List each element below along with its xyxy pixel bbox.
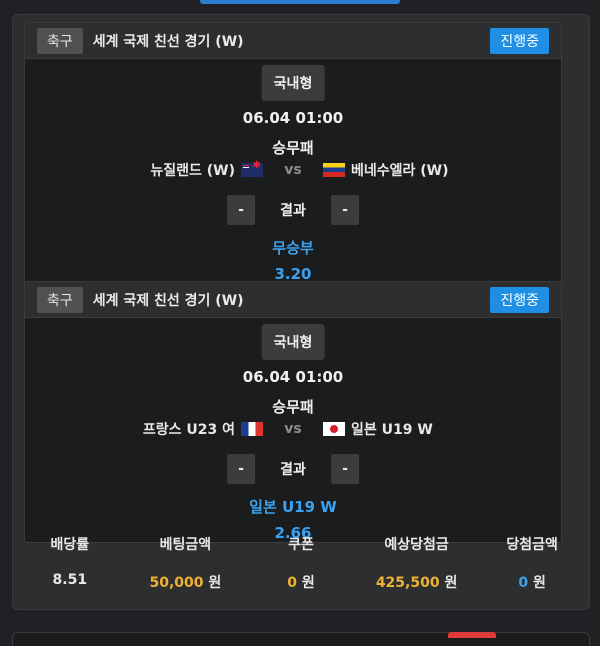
result-label: 결과: [280, 462, 306, 478]
coupon-amount: 0 원: [243, 572, 359, 592]
pick-label: 일본 U19 W: [249, 498, 337, 516]
win-amount-value: 0: [518, 575, 529, 591]
bet-amount-label: 베팅금액: [159, 537, 212, 553]
bet-amount: 50,000 원: [128, 572, 244, 592]
expected-win-unit: 원: [444, 575, 458, 591]
away-score: -: [331, 195, 359, 225]
win-amount: 0 원: [474, 572, 590, 592]
status-badge: 진행중: [490, 286, 549, 313]
coupon-unit: 원: [301, 575, 315, 591]
teams-row: 뉴질랜드 (W) vs 베네수엘라 (W): [25, 157, 561, 183]
sport-badge: 축구: [37, 27, 83, 54]
expected-win-label: 예상당첨금: [384, 537, 449, 553]
away-team-name: 베네수엘라 (W): [351, 163, 449, 179]
win-amount-label: 당첨금액: [506, 537, 558, 553]
league-name: 세계 국제 친선 경기 (W): [92, 33, 244, 50]
vs-label: vs: [284, 421, 302, 437]
market-label: 승무패: [272, 139, 314, 157]
home-score: -: [227, 195, 255, 225]
match-card: 축구 세계 국제 친선 경기 (W) 진행중 국내형 06.04 01:00 승…: [24, 22, 562, 284]
coupon-value: 0: [287, 575, 297, 591]
match-header: 축구 세계 국제 친선 경기 (W) 진행중: [25, 282, 561, 318]
bet-type-label: 국내형: [261, 324, 325, 360]
result-label: 결과: [280, 203, 306, 219]
top-tab-indicator: [200, 0, 400, 4]
match-body: 국내형 06.04 01:00 승무패 프랑스 U23 여 vs 일본 U19 …: [25, 318, 561, 542]
pick-label: 무승부: [272, 239, 314, 257]
coupon-label: 쿠폰: [288, 537, 314, 553]
next-card-indicator: [448, 632, 496, 638]
away-score: -: [331, 454, 359, 484]
match-card: 축구 세계 국제 친선 경기 (W) 진행중 국내형 06.04 01:00 승…: [24, 281, 562, 543]
teams-row: 프랑스 U23 여 vs 일본 U19 W: [25, 416, 561, 442]
venezuela-flag-icon: [323, 163, 345, 177]
match-datetime: 06.04 01:00: [242, 368, 344, 386]
summary-bet-amount: 베팅금액 50,000 원: [128, 534, 244, 592]
match-header: 축구 세계 국제 친선 경기 (W) 진행중: [25, 23, 561, 59]
bet-amount-value: 50,000: [149, 575, 204, 591]
bet-type-label: 국내형: [261, 65, 325, 101]
match-body: 국내형 06.04 01:00 승무패 뉴질랜드 (W) vs 베네수엘라 (W…: [25, 59, 561, 283]
new-zealand-flag-icon: [241, 160, 263, 177]
summary-odds: 배당률 8.51: [12, 534, 128, 592]
bet-amount-unit: 원: [208, 575, 222, 591]
summary-expected-win: 예상당첨금 425,500 원: [359, 534, 475, 592]
next-bet-card: [12, 632, 590, 646]
result-row: - 결과 -: [25, 454, 561, 484]
expected-win-amount: 425,500 원: [359, 572, 475, 592]
bet-summary: 배당률 8.51 베팅금액 50,000 원 쿠폰 0 원 예상당첨금 425,…: [12, 534, 590, 592]
france-flag-icon: [241, 422, 263, 436]
win-amount-unit: 원: [533, 575, 546, 591]
market-label: 승무패: [272, 398, 314, 416]
home-team-name: 프랑스 U23 여: [142, 422, 235, 438]
summary-coupon: 쿠폰 0 원: [243, 534, 359, 592]
sport-badge: 축구: [37, 286, 83, 313]
away-team: 일본 U19 W: [323, 419, 543, 439]
status-badge: 진행중: [490, 27, 549, 54]
home-team: 프랑스 U23 여: [43, 419, 263, 439]
home-score: -: [227, 454, 255, 484]
result-row: - 결과 -: [25, 195, 561, 225]
league-name: 세계 국제 친선 경기 (W): [92, 292, 244, 309]
away-team: 베네수엘라 (W): [323, 160, 543, 180]
expected-win-value: 425,500: [375, 575, 440, 591]
away-team-name: 일본 U19 W: [351, 422, 433, 438]
japan-flag-icon: [323, 422, 345, 436]
home-team-name: 뉴질랜드 (W): [150, 163, 235, 179]
summary-win-amount: 당첨금액 0 원: [474, 534, 590, 592]
match-datetime: 06.04 01:00: [242, 109, 344, 127]
vs-label: vs: [284, 162, 302, 178]
odds-label: 배당률: [50, 537, 90, 553]
odds-value: 8.51: [52, 572, 88, 588]
home-team: 뉴질랜드 (W): [43, 160, 263, 180]
